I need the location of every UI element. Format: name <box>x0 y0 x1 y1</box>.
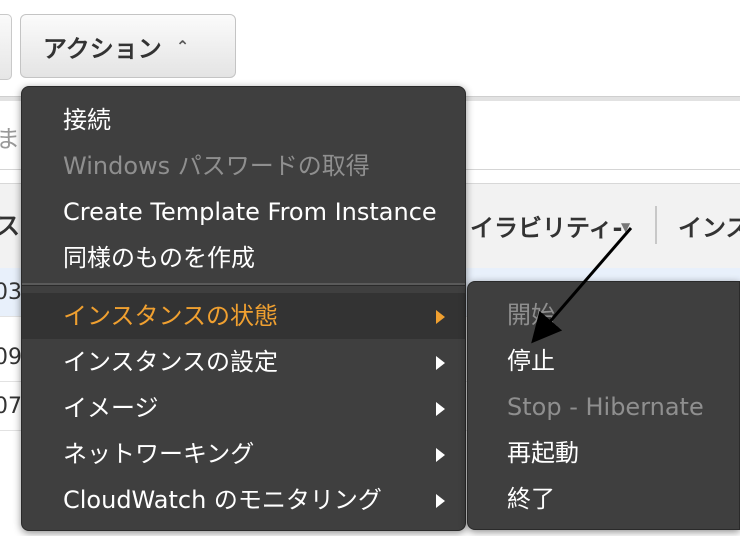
menu-item-label: Stop - Hibernate <box>507 393 704 421</box>
menu-separator <box>22 283 465 286</box>
column-divider <box>655 206 657 244</box>
chevron-up-icon: ⌃ <box>175 36 190 56</box>
menu-item-launch-more-like-this[interactable]: 同様のものを作成 <box>22 235 465 281</box>
menu-item-create-template[interactable]: Create Template From Instance <box>22 189 465 235</box>
menu-item-label: インスタンスの状態 <box>63 302 279 330</box>
menu-item-label: 同様のものを作成 <box>63 244 255 272</box>
menu-item-label: 終了 <box>507 485 555 513</box>
submenu-item-stop-hibernate: Stop - Hibernate <box>468 384 739 430</box>
actions-menu: 接続 Windows パスワードの取得 Create Template From… <box>21 86 466 531</box>
menu-item-label: ネットワーキング <box>63 440 255 468</box>
menu-item-label: CloudWatch のモニタリング <box>63 486 382 514</box>
menu-item-image[interactable]: イメージ <box>22 385 465 431</box>
menu-item-cloudwatch-monitoring[interactable]: CloudWatch のモニタリング <box>22 477 465 523</box>
submenu-item-stop[interactable]: 停止 <box>468 338 739 384</box>
submenu-arrow-icon <box>436 402 445 416</box>
menu-item-label: 再起動 <box>507 439 579 467</box>
previous-toolbar-button[interactable] <box>0 14 12 80</box>
column-availability-zone[interactable]: イラビリティ- <box>470 208 623 243</box>
submenu-item-reboot[interactable]: 再起動 <box>468 430 739 476</box>
submenu-arrow-icon <box>436 494 445 508</box>
submenu-item-terminate[interactable]: 終了 <box>468 476 739 522</box>
menu-item-label: イメージ <box>63 394 159 422</box>
column-instance-state[interactable]: インス <box>678 208 740 243</box>
submenu-arrow-icon <box>436 356 445 370</box>
menu-item-label: 停止 <box>507 347 555 375</box>
menu-item-label: Create Template From Instance <box>63 198 437 226</box>
submenu-arrow-icon <box>436 448 445 462</box>
actions-button-label: アクション <box>43 34 162 63</box>
submenu-arrow-icon <box>436 310 445 324</box>
menu-item-get-windows-password: Windows パスワードの取得 <box>22 143 465 189</box>
actions-dropdown-button[interactable]: アクション ⌃ <box>20 14 236 78</box>
instance-state-submenu: 開始 停止 Stop - Hibernate 再起動 終了 <box>467 281 740 530</box>
submenu-item-start: 開始 <box>468 292 739 338</box>
menu-item-instance-state[interactable]: インスタンスの状態 <box>22 293 465 339</box>
menu-item-instance-settings[interactable]: インスタンスの設定 <box>22 339 465 385</box>
column-header-fragment: ス <box>0 212 20 240</box>
menu-item-label: 接続 <box>63 106 111 134</box>
menu-item-label: Windows パスワードの取得 <box>63 152 370 180</box>
menu-item-connect[interactable]: 接続 <box>22 97 465 143</box>
menu-item-label: 開始 <box>507 301 555 329</box>
menu-item-label: インスタンスの設定 <box>63 348 279 376</box>
sort-caret-icon[interactable]: ▼ <box>621 220 630 234</box>
menu-item-networking[interactable]: ネットワーキング <box>22 431 465 477</box>
